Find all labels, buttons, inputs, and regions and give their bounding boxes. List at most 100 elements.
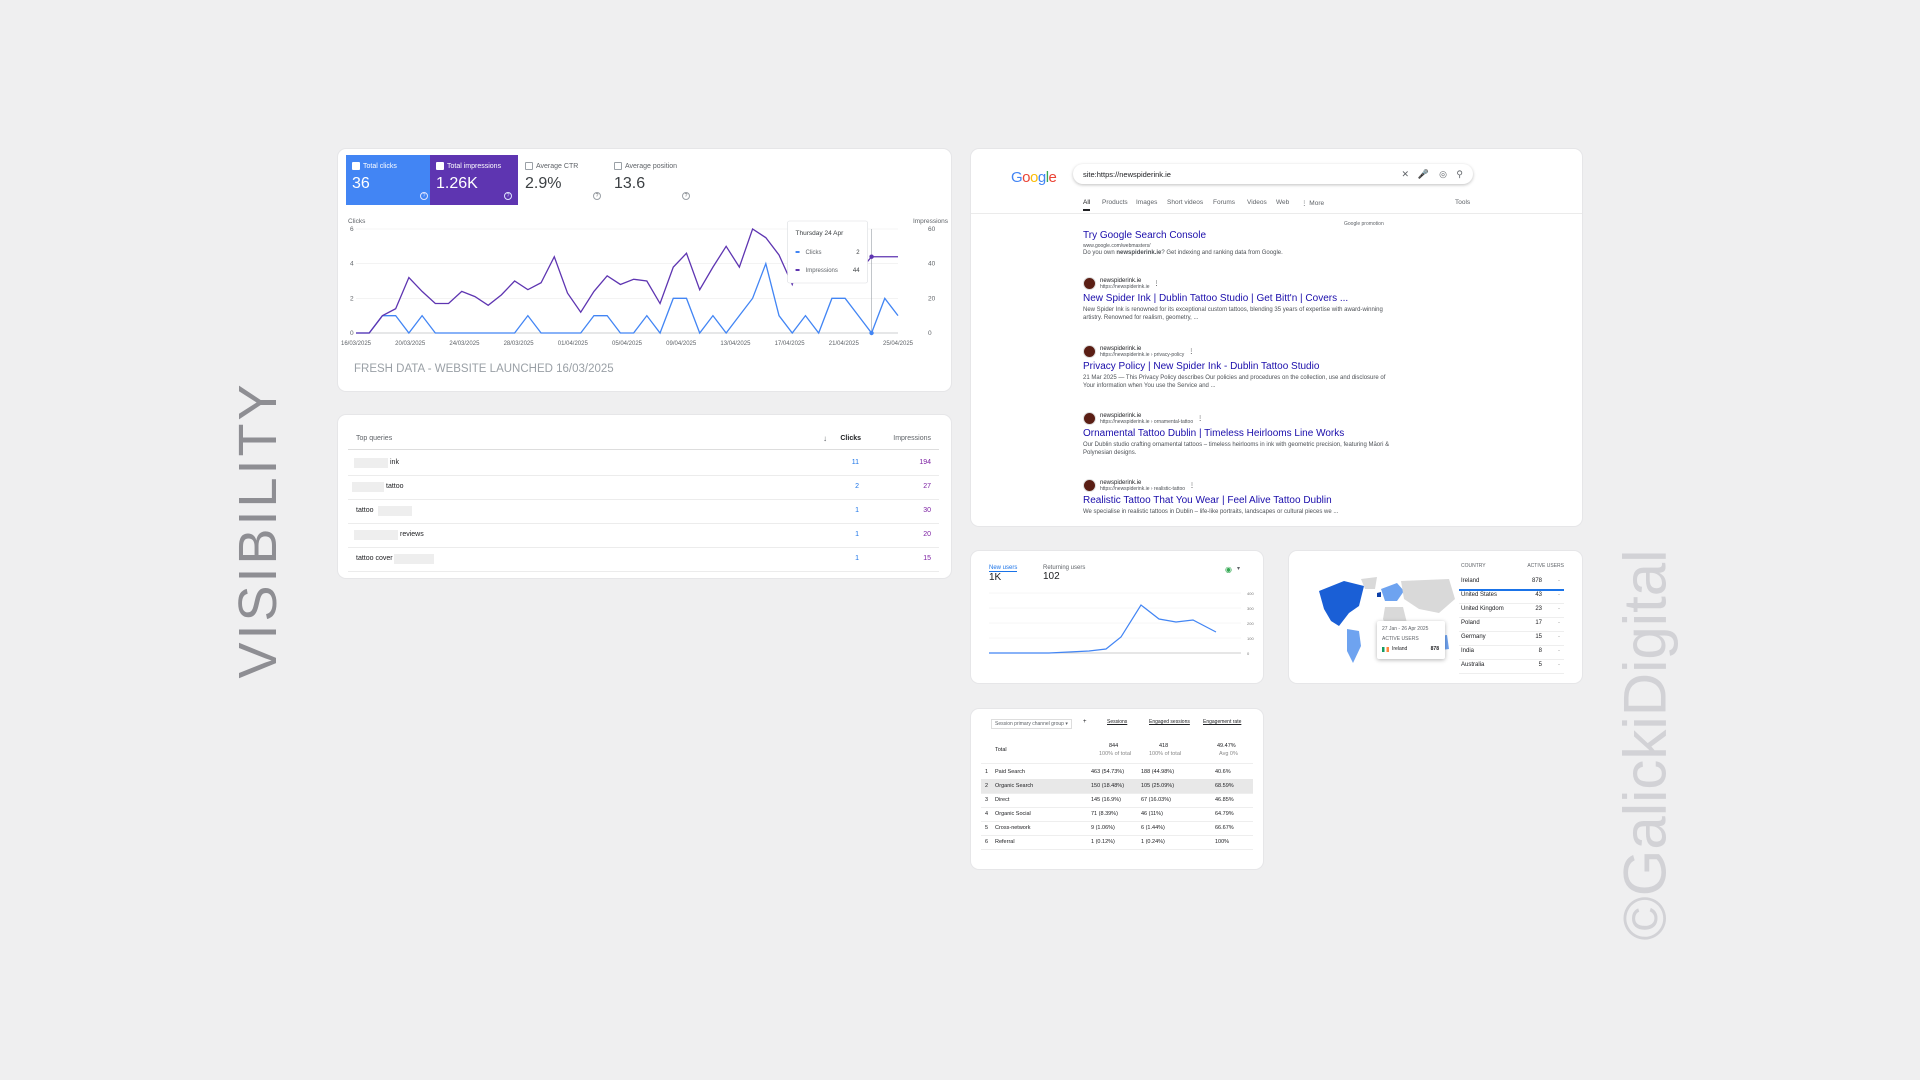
result-title[interactable]: Privacy Policy | New Spider Ink - Dublin… [1083,361,1393,372]
channel-row[interactable]: 1 Paid Search 463 (54.73%) 188 (44.98%) 40.6… [981,765,1253,780]
query-row[interactable]: reviews 1 20 [348,523,939,548]
y-tick: 200 [1247,621,1254,626]
header-clicks[interactable]: Clicks [840,435,861,442]
tab-more[interactable]: ⋮ More [1301,199,1324,207]
tab-images[interactable]: Images [1136,199,1157,206]
header-query: Top queries [356,435,393,442]
users-line-chart: 400 300 200 100 0 [989,591,1254,656]
x-tick-label: 25/04/2025 [883,341,914,347]
result-title[interactable]: Try Google Search Console [1083,230,1393,241]
section-title: VISIBILITY [228,381,288,679]
north-america-shape [1319,581,1364,626]
returning-users-metric[interactable]: Returning users 102 [1043,565,1085,582]
search-input[interactable]: site:https://newspiderink.ie [1083,170,1171,179]
metric-value: 1.26K [436,175,478,192]
query-row[interactable]: ink 11 194 [348,451,939,476]
search-result: newspiderink.ie https://newspiderink.ie ›… [1083,412,1393,457]
query-row[interactable]: tattoo cover 1 15 [348,547,939,572]
more-options-icon[interactable]: ⋮ [1197,415,1203,422]
left-tick-label: 2 [350,295,354,302]
query-row[interactable]: tattoo 2 27 [348,475,939,500]
channel-row[interactable]: 2 Organic Search 150 (18.48%) 105 (25.09%) 6… [981,779,1253,794]
geo-card: 27 Jan - 26 Apr 2025 ACTIVE USERS Irelan… [1289,551,1582,683]
world-map [1319,577,1455,663]
left-axis-label: Clicks [348,218,366,225]
channel-row[interactable]: 5 Cross-network 9 (1.06%) 6 (1.44%) 66.67% [981,821,1253,836]
ireland-shape [1377,592,1381,597]
checkbox-icon[interactable] [525,162,533,170]
help-icon[interactable]: ? [504,192,512,200]
x-tick-label: 09/04/2025 [666,341,697,347]
country-row[interactable]: Germany 15- [1459,631,1564,646]
tooltip-impressions-value: 44 [853,268,860,274]
more-options-icon[interactable]: ⋮ [1189,482,1195,489]
checkbox-icon[interactable] [436,162,444,170]
y-tick: 0 [1247,651,1250,656]
channel-row[interactable]: 6 Referral 1 (0.12%) 1 (0.24%) 100% [981,835,1253,850]
users-line [989,604,1217,654]
footer-note: FRESH DATA - WEBSITE LAUNCHED 16/03/2025 [354,363,614,375]
metric-average-position[interactable]: Average position 13.6 ? [608,155,696,205]
country-row[interactable]: Australia 5- [1459,659,1564,674]
microphone-icon[interactable]: 🎤 [1418,169,1429,180]
channel-row[interactable]: 3 Direct 145 (16.9%) 67 (16.03%) 46.85% [981,793,1253,808]
metric-value: 13.6 [614,175,646,192]
search-result: newspiderink.ie https://newspiderink.ie ›… [1083,345,1393,390]
chevron-down-icon[interactable]: ▾ [1237,565,1240,572]
tab-videos[interactable]: Videos [1247,199,1267,206]
result-title[interactable]: New Spider Ink | Dublin Tattoo Studio | … [1083,293,1393,304]
search-tabs: All Products Images Short videos Forums … [971,199,1582,214]
metric-total-impressions[interactable]: Total impressions 1.26K ? [430,155,518,205]
metric-average-ctr[interactable]: Average CTR 2.9% ? [519,155,607,205]
new-users-metric[interactable]: New users 1K [989,565,1018,583]
header-impressions[interactable]: Impressions [893,435,931,442]
col-engaged[interactable]: Engaged sessions [1149,719,1190,725]
channels-header: Sessions Engaged sessions Engagement rat… [981,719,1253,735]
channel-row[interactable]: 4 Organic Social 71 (8.39%) 46 (11%) 64.79% [981,807,1253,822]
col-rate[interactable]: Engagement rate [1203,719,1241,725]
help-icon[interactable]: ? [593,192,601,200]
redacted-text [354,458,388,468]
tools-button[interactable]: Tools [1455,199,1470,206]
col-sessions[interactable]: Sessions [1107,719,1127,725]
country-row[interactable]: Poland 17- [1459,617,1564,632]
country-row[interactable]: United Kingdom 23- [1459,603,1564,618]
help-icon[interactable]: ? [420,192,428,200]
performance-card: Total clicks 36 ? Total impressions 1.26… [338,149,951,391]
result-title[interactable]: Ornamental Tattoo Dublin | Timeless Heir… [1083,428,1393,439]
country-row[interactable]: India 8- [1459,645,1564,660]
tooltip-clicks-swatch [795,251,800,253]
search-icon[interactable]: ⚲ [1456,169,1463,180]
checkbox-icon[interactable] [614,162,622,170]
more-options-icon[interactable]: ⋮ [1153,280,1159,287]
tab-short-videos[interactable]: Short videos [1167,199,1203,206]
y-tick: 100 [1247,636,1254,641]
query-row[interactable]: tattoo 1 30 [348,499,939,524]
metric-total-clicks[interactable]: Total clicks 36 ? [346,155,434,205]
tab-web[interactable]: Web [1276,199,1289,206]
tab-forums[interactable]: Forums [1213,199,1235,206]
tab-products[interactable]: Products [1102,199,1128,206]
more-options-icon[interactable]: ⋮ [1188,348,1194,355]
hover-point-clicks [869,330,874,336]
result-title[interactable]: Realistic Tattoo That You Wear | Feel Al… [1083,495,1393,506]
channels-card: Session primary channel group ▾ + Sessio… [971,709,1263,869]
map-tooltip: 27 Jan - 26 Apr 2025 ACTIVE USERS Irelan… [1377,621,1445,659]
watermark: ©GalickiDigital [1611,549,1679,941]
right-tick-label: 60 [928,226,936,233]
tab-all[interactable]: All [1083,199,1091,211]
metric-value: 2.9% [525,175,562,192]
x-tick-label: 20/03/2025 [395,341,426,347]
redacted-text [352,482,384,492]
queries-header: Top queries ↓ Clicks Impressions [348,415,939,450]
compare-icon[interactable]: ◉ [1225,565,1232,574]
help-icon[interactable]: ? [682,192,690,200]
clear-icon[interactable]: ✕ [1401,169,1409,180]
x-tick-label: 17/04/2025 [775,341,806,347]
google-logo[interactable]: Google [1011,169,1057,186]
checkbox-icon[interactable] [352,162,360,170]
camera-icon[interactable]: ◎ [1439,169,1447,180]
sort-arrow-icon[interactable]: ↓ [823,434,827,443]
country-row[interactable]: United States 43- [1459,589,1564,604]
search-box[interactable]: site:https://newspiderink.ie ✕ 🎤 ◎ ⚲ [1073,164,1473,184]
